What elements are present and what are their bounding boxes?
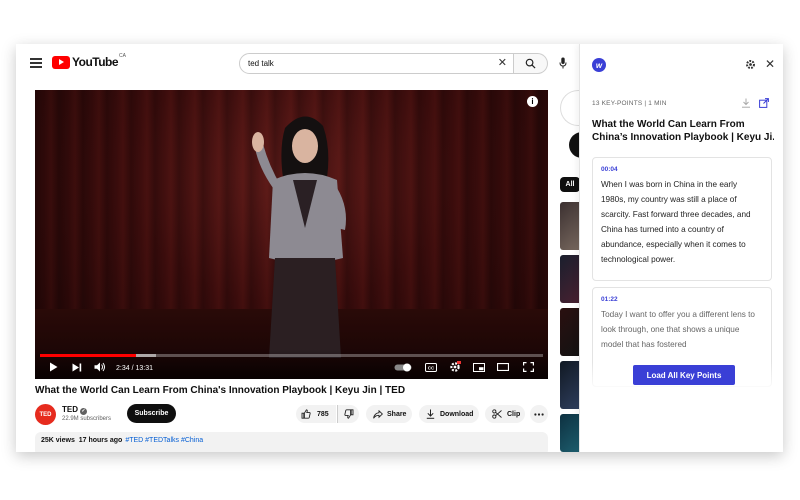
- gear-icon[interactable]: [745, 59, 756, 70]
- volume-button[interactable]: [93, 361, 107, 373]
- settings-gear-icon: [450, 361, 461, 372]
- next-button[interactable]: [71, 361, 83, 373]
- key-point-text: When I was born in China in the early 19…: [601, 180, 751, 264]
- thumbs-down-icon: [343, 409, 353, 419]
- subscriber-count: 22.9M subscribers: [62, 416, 112, 422]
- video-player[interactable]: i 2:34 / 13:31 CC: [35, 90, 548, 379]
- browser-frame: YouTube CA ✕ i: [16, 44, 783, 452]
- download-icon: [426, 409, 435, 419]
- autoplay-toggle[interactable]: [393, 361, 413, 373]
- menu-icon[interactable]: [30, 58, 42, 68]
- key-points-panel: w ✕ 13 KEY-POINTS | 1 MIN What the World…: [579, 44, 783, 452]
- theater-mode-button[interactable]: [496, 361, 510, 373]
- close-icon[interactable]: ✕: [765, 58, 775, 70]
- settings-button[interactable]: [448, 361, 462, 373]
- speaker-figure: [252, 116, 346, 358]
- download-label: Download: [440, 410, 474, 418]
- subtitles-button[interactable]: CC: [424, 361, 438, 373]
- subscribe-button[interactable]: Subscribe: [127, 404, 176, 423]
- thumbs-up-icon: [301, 409, 311, 419]
- captions-icon: CC: [425, 362, 437, 372]
- svg-text:CC: CC: [428, 365, 435, 370]
- played-fill: [40, 354, 136, 357]
- volume-icon: [94, 362, 105, 372]
- hashtags[interactable]: #TED #TEDTalks #China: [125, 437, 203, 444]
- microphone-icon[interactable]: [558, 56, 568, 70]
- play-button[interactable]: [47, 361, 59, 373]
- load-all-key-points-button[interactable]: Load All Key Points: [633, 365, 735, 385]
- panel-video-title: What the World Can Learn From China’s Inn…: [592, 119, 774, 143]
- verified-icon: ✓: [80, 408, 87, 415]
- description-box[interactable]: 25K views 17 hours ago #TED #TEDTalks #Ch…: [35, 432, 548, 452]
- search-icon: [525, 58, 536, 69]
- progress-bar[interactable]: [40, 354, 543, 357]
- like-count: 785: [317, 410, 329, 418]
- like-button[interactable]: 785: [296, 405, 336, 423]
- download-icon[interactable]: [741, 98, 751, 108]
- upload-time: 17 hours ago: [78, 437, 123, 444]
- player-controls: 2:34 / 13:31 CC: [35, 349, 548, 379]
- miniplayer-button[interactable]: [472, 361, 486, 373]
- autoplay-icon: [394, 363, 412, 371]
- channel-name-row[interactable]: TED ✓: [62, 405, 87, 415]
- key-points-meta: 13 KEY-POINTS | 1 MIN: [592, 100, 667, 107]
- more-horizontal-icon: [534, 412, 544, 416]
- clip-button[interactable]: Clip: [485, 405, 525, 423]
- download-button[interactable]: Download: [419, 405, 479, 423]
- youtube-logo[interactable]: YouTube CA: [52, 53, 126, 69]
- next-icon: [72, 363, 82, 371]
- share-icon: [373, 409, 383, 419]
- scissors-icon: [492, 409, 502, 419]
- channel-avatar[interactable]: TED: [35, 404, 56, 425]
- search-box: ✕: [239, 53, 514, 74]
- fullscreen-button[interactable]: [521, 361, 535, 373]
- key-point-card[interactable]: 00:04 When I was born in China in the ea…: [592, 157, 772, 281]
- channel-name[interactable]: TED: [62, 405, 78, 414]
- clear-search-icon[interactable]: ✕: [498, 58, 507, 69]
- key-point-timestamp[interactable]: 01:22: [601, 296, 763, 303]
- search-button[interactable]: [514, 53, 548, 74]
- external-link-icon[interactable]: [759, 98, 769, 108]
- filter-chip-all[interactable]: All: [560, 177, 580, 192]
- youtube-play-icon: [52, 55, 70, 69]
- search-input[interactable]: [248, 59, 488, 68]
- view-count: 25K views: [41, 437, 75, 444]
- clip-label: Clip: [507, 410, 521, 418]
- video-title: What the World Can Learn From China's In…: [35, 385, 406, 396]
- play-icon: [49, 362, 57, 372]
- info-icon[interactable]: i: [527, 96, 538, 107]
- logo-text: YouTube: [72, 55, 119, 69]
- key-point-text: Today I want to offer you a different le…: [601, 310, 755, 349]
- fullscreen-icon: [522, 362, 534, 372]
- time-display: 2:34 / 13:31: [116, 365, 153, 372]
- share-button[interactable]: Share: [366, 405, 412, 423]
- miniplayer-icon: [473, 362, 485, 372]
- share-label: Share: [387, 410, 407, 418]
- theater-icon: [497, 363, 509, 371]
- logo-country-code: CA: [119, 53, 126, 59]
- more-actions-button[interactable]: [530, 405, 548, 423]
- key-point-timestamp[interactable]: 00:04: [601, 166, 763, 173]
- dislike-button[interactable]: [337, 405, 359, 423]
- extension-logo-icon: w: [592, 58, 606, 72]
